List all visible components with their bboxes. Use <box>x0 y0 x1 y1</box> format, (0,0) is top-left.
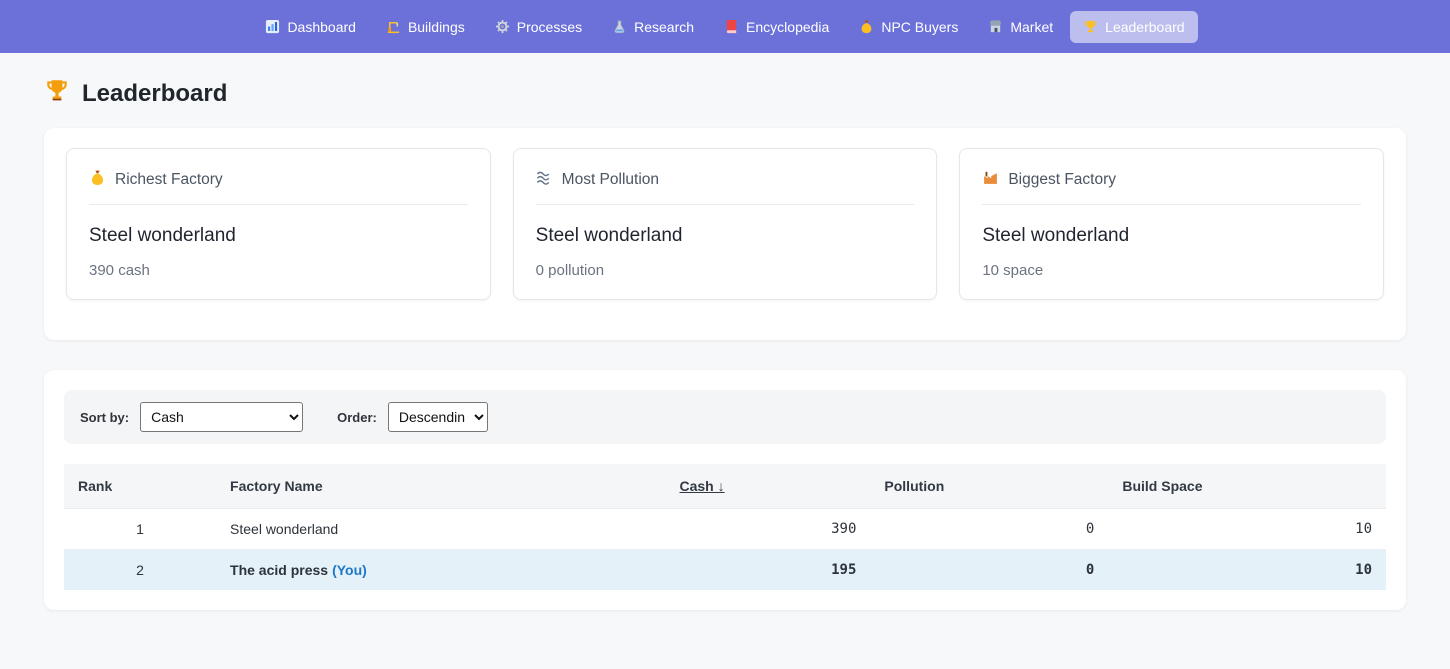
factory-name-cell: The acid press (You) <box>216 549 666 590</box>
pollution-waves-icon <box>536 169 553 191</box>
cash-cell: 390 <box>665 508 871 550</box>
sort-by-label: Sort by: <box>80 409 130 425</box>
header-factory-name: Factory Name <box>216 464 666 509</box>
nav-item-npc-buyers[interactable]: NPC Buyers <box>846 11 971 43</box>
nav-item-market[interactable]: Market <box>975 11 1066 43</box>
nav-item-label: Dashboard <box>287 18 356 35</box>
stat-card-most-pollution: Most Pollution Steel wonderland 0 pollut… <box>512 148 938 300</box>
nav-item-buildings[interactable]: Buildings <box>373 11 478 43</box>
top-nav: Dashboard Buildings Processes Research E… <box>0 0 1450 53</box>
stat-factory-name: Steel wonderland <box>89 225 236 246</box>
stat-value: 0 pollution <box>535 262 605 279</box>
stat-card-header: Biggest Factory <box>982 169 1361 205</box>
dashboard-icon <box>265 19 280 34</box>
book-icon <box>724 19 739 34</box>
header-cash: Cash ↓ <box>665 464 871 509</box>
nav-item-encyclopedia[interactable]: Encyclopedia <box>711 11 842 43</box>
factory-name-cell: Steel wonderland <box>216 508 666 550</box>
build-space-cell: 10 <box>1108 508 1386 550</box>
header-pollution: Pollution <box>870 464 1109 509</box>
factory-name-text: The acid press <box>230 562 329 578</box>
rank-cell: 2 <box>64 549 217 590</box>
factory-icon <box>982 169 999 191</box>
stats-panel: Richest Factory Steel wonderland 390 cas… <box>44 128 1406 340</box>
table-row-you: 2 The acid press (You) 195 0 10 <box>64 549 1386 590</box>
stat-card-title: Most Pollution <box>561 171 660 188</box>
nav-item-label: Market <box>1010 18 1054 35</box>
nav-item-label: Leaderboard <box>1105 18 1185 35</box>
flask-icon <box>612 19 627 34</box>
nav-item-label: Research <box>634 18 695 35</box>
leaderboard-panel: Sort by: Cash Order: Descending Rank Fac… <box>44 370 1406 610</box>
stat-card-title: Richest Factory <box>115 171 223 188</box>
trophy-icon <box>44 77 70 110</box>
trophy-icon <box>1083 19 1098 34</box>
money-bag-icon <box>89 169 106 191</box>
header-rank: Rank <box>64 464 217 509</box>
crane-icon <box>386 19 401 34</box>
store-icon <box>988 19 1003 34</box>
nav-item-label: Encyclopedia <box>746 18 830 35</box>
page-title-text: Leaderboard <box>82 79 228 107</box>
filter-bar: Sort by: Cash Order: Descending <box>64 390 1386 444</box>
nav-item-label: NPC Buyers <box>881 18 959 35</box>
leaderboard-table: Rank Factory Name Cash ↓ Pollution Build… <box>64 464 1386 590</box>
header-build-space: Build Space <box>1108 464 1386 509</box>
rank-cell: 1 <box>64 508 217 550</box>
gear-icon <box>495 19 510 34</box>
stat-factory-name: Steel wonderland <box>982 225 1130 246</box>
nav-item-dashboard[interactable]: Dashboard <box>252 11 369 43</box>
stat-value: 10 space <box>982 262 1044 279</box>
cash-sort-link[interactable]: Cash ↓ <box>680 478 725 494</box>
you-tag: (You) <box>332 562 367 578</box>
nav-item-processes[interactable]: Processes <box>482 11 595 43</box>
stat-card-header: Most Pollution <box>535 169 915 205</box>
order-label: Order: <box>337 409 377 425</box>
pollution-cell: 0 <box>870 508 1109 550</box>
stat-card-header: Richest Factory <box>89 169 468 205</box>
stat-card-title: Biggest Factory <box>1008 171 1117 188</box>
factory-name-text: Steel wonderland <box>230 521 339 537</box>
stat-value: 390 cash <box>89 262 150 279</box>
pollution-cell: 0 <box>870 549 1109 590</box>
table-header-row: Rank Factory Name Cash ↓ Pollution Build… <box>64 464 1386 509</box>
build-space-cell: 10 <box>1108 549 1386 590</box>
order-select[interactable]: Descending <box>387 402 488 432</box>
money-bag-icon <box>859 19 874 34</box>
stat-factory-name: Steel wonderland <box>535 225 683 246</box>
nav-item-label: Processes <box>516 18 583 35</box>
main-content: Leaderboard Richest Factory Steel wonder… <box>44 77 1406 610</box>
nav-item-research[interactable]: Research <box>599 11 707 43</box>
cash-cell: 195 <box>665 549 871 590</box>
nav-item-label: Buildings <box>407 18 465 35</box>
nav-item-leaderboard[interactable]: Leaderboard <box>1070 10 1198 43</box>
stat-card-biggest-factory: Biggest Factory Steel wonderland 10 spac… <box>959 148 1384 300</box>
page-title: Leaderboard <box>44 77 1406 110</box>
stat-card-richest-factory: Richest Factory Steel wonderland 390 cas… <box>66 148 491 300</box>
table-row: 1 Steel wonderland 390 0 10 <box>64 508 1386 550</box>
sort-by-select[interactable]: Cash <box>140 402 304 432</box>
